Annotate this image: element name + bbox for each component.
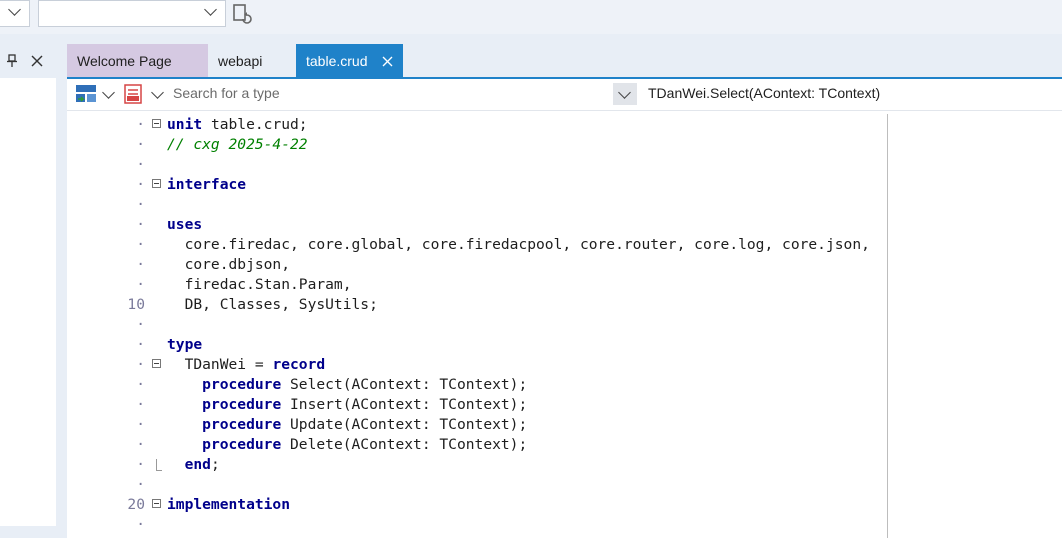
code-line[interactable]: · bbox=[67, 315, 1017, 335]
code-text: firedac.Stan.Param, bbox=[167, 276, 352, 293]
tab-label: table.crud bbox=[306, 53, 368, 69]
member-selector[interactable]: TDanWei.Select(AContext: TContext) bbox=[648, 85, 880, 101]
side-panel-header bbox=[0, 44, 56, 78]
tab-webapi[interactable]: webapi bbox=[208, 44, 296, 78]
code-text: interface bbox=[167, 176, 247, 193]
code-line[interactable]: · core.firedac, core.global, core.fireda… bbox=[67, 235, 1017, 255]
refresh-icon[interactable] bbox=[231, 3, 253, 25]
code-line[interactable]: · end; bbox=[67, 455, 1017, 475]
line-marker: · bbox=[136, 516, 145, 533]
chevron-down-icon[interactable] bbox=[102, 86, 115, 99]
code-text: procedure Insert(AContext: TContext); bbox=[202, 396, 528, 413]
line-marker: · bbox=[136, 176, 145, 193]
line-marker: · bbox=[136, 116, 145, 133]
code-line[interactable]: · type bbox=[67, 335, 1017, 355]
code-text: type bbox=[167, 336, 203, 353]
pin-icon[interactable] bbox=[6, 54, 18, 68]
class-navigator-icon[interactable] bbox=[75, 84, 97, 104]
line-marker: · bbox=[136, 196, 145, 213]
code-text: procedure Update(AContext: TContext); bbox=[202, 416, 528, 433]
code-line[interactable]: · interface bbox=[67, 175, 1017, 195]
line-marker: · bbox=[136, 156, 145, 173]
code-text: procedure Select(AContext: TContext); bbox=[202, 376, 528, 393]
fold-toggle-icon[interactable] bbox=[152, 359, 161, 368]
code-line[interactable]: · bbox=[67, 475, 1017, 495]
code-text: core.dbjson, bbox=[167, 256, 291, 273]
line-marker: · bbox=[136, 136, 145, 153]
code-text: core.firedac, core.global, core.firedacp… bbox=[167, 236, 870, 253]
editor-nav-bar: Search for a type TDanWei.Select(AContex… bbox=[67, 79, 1062, 111]
tab-label: Welcome Page bbox=[77, 53, 172, 69]
fold-toggle-icon[interactable] bbox=[152, 119, 161, 128]
code-text: DB, Classes, SysUtils; bbox=[167, 296, 378, 313]
top-toolbar bbox=[0, 0, 1062, 34]
code-line[interactable]: · procedure Select(AContext: TContext); bbox=[67, 375, 1017, 395]
close-icon[interactable] bbox=[30, 54, 44, 68]
line-marker: · bbox=[136, 316, 145, 333]
side-panel-footer bbox=[0, 526, 56, 538]
line-number: 20 bbox=[127, 496, 145, 513]
line-marker: · bbox=[136, 276, 145, 293]
code-text: end; bbox=[184, 456, 220, 473]
document-list-icon[interactable] bbox=[122, 83, 144, 105]
code-line[interactable]: · unit table.crud; bbox=[67, 115, 1017, 135]
side-panel bbox=[0, 44, 56, 538]
code-line[interactable]: · procedure Delete(AContext: TContext); bbox=[67, 435, 1017, 455]
type-search-input[interactable]: Search for a type bbox=[173, 85, 280, 101]
code-line[interactable]: 20 implementation bbox=[67, 495, 1017, 515]
tab-table-crud[interactable]: table.crud bbox=[296, 44, 403, 78]
right-margin-line bbox=[887, 114, 888, 538]
line-marker: · bbox=[136, 416, 145, 433]
code-text: // cxg 2025-4-22 bbox=[167, 136, 308, 153]
code-line[interactable]: · bbox=[67, 155, 1017, 175]
code-line[interactable]: · // cxg 2025-4-22 bbox=[67, 135, 1017, 155]
editor-tabs: Welcome Page webapi table.crud bbox=[67, 44, 1062, 78]
line-marker: · bbox=[136, 476, 145, 493]
code-text: procedure Delete(AContext: TContext); bbox=[202, 436, 528, 453]
code-line[interactable]: · bbox=[67, 515, 1017, 535]
tab-label: webapi bbox=[218, 53, 263, 69]
code-line[interactable]: · firedac.Stan.Param, bbox=[67, 275, 1017, 295]
line-marker: · bbox=[136, 356, 145, 373]
line-marker: · bbox=[136, 396, 145, 413]
line-marker: · bbox=[136, 436, 145, 453]
tab-welcome-page[interactable]: Welcome Page bbox=[67, 44, 208, 78]
fold-toggle-icon[interactable] bbox=[152, 499, 161, 508]
line-marker: · bbox=[136, 456, 145, 473]
chevron-down-icon[interactable] bbox=[151, 86, 164, 99]
member-dropdown-button[interactable] bbox=[613, 83, 637, 105]
fold-end-icon bbox=[156, 459, 162, 471]
code-line[interactable]: 10 DB, Classes, SysUtils; bbox=[67, 295, 1017, 315]
line-marker: · bbox=[136, 376, 145, 393]
line-marker: · bbox=[136, 336, 145, 353]
line-marker: · bbox=[136, 216, 145, 233]
fold-toggle-icon[interactable] bbox=[152, 179, 161, 188]
code-editor[interactable]: Search for a type TDanWei.Select(AContex… bbox=[67, 79, 1062, 538]
code-text: implementation bbox=[167, 496, 291, 513]
code-line[interactable]: · procedure Update(AContext: TContext); bbox=[67, 415, 1017, 435]
line-marker: · bbox=[136, 236, 145, 253]
line-number: 10 bbox=[127, 296, 145, 313]
code-text: TDanWei = record bbox=[167, 356, 326, 373]
chevron-down-icon bbox=[618, 86, 631, 99]
code-text: unit table.crud; bbox=[167, 116, 308, 133]
code-line[interactable]: · TDanWei = record bbox=[67, 355, 1017, 375]
toolbar-combo-main[interactable] bbox=[38, 0, 226, 27]
close-icon[interactable] bbox=[382, 56, 393, 67]
code-line[interactable]: · core.dbjson, bbox=[67, 255, 1017, 275]
code-line[interactable]: · procedure Insert(AContext: TContext); bbox=[67, 395, 1017, 415]
code-line[interactable]: · uses bbox=[67, 215, 1017, 235]
code-text: uses bbox=[167, 216, 203, 233]
line-marker: · bbox=[136, 256, 145, 273]
code-line[interactable]: · bbox=[67, 195, 1017, 215]
